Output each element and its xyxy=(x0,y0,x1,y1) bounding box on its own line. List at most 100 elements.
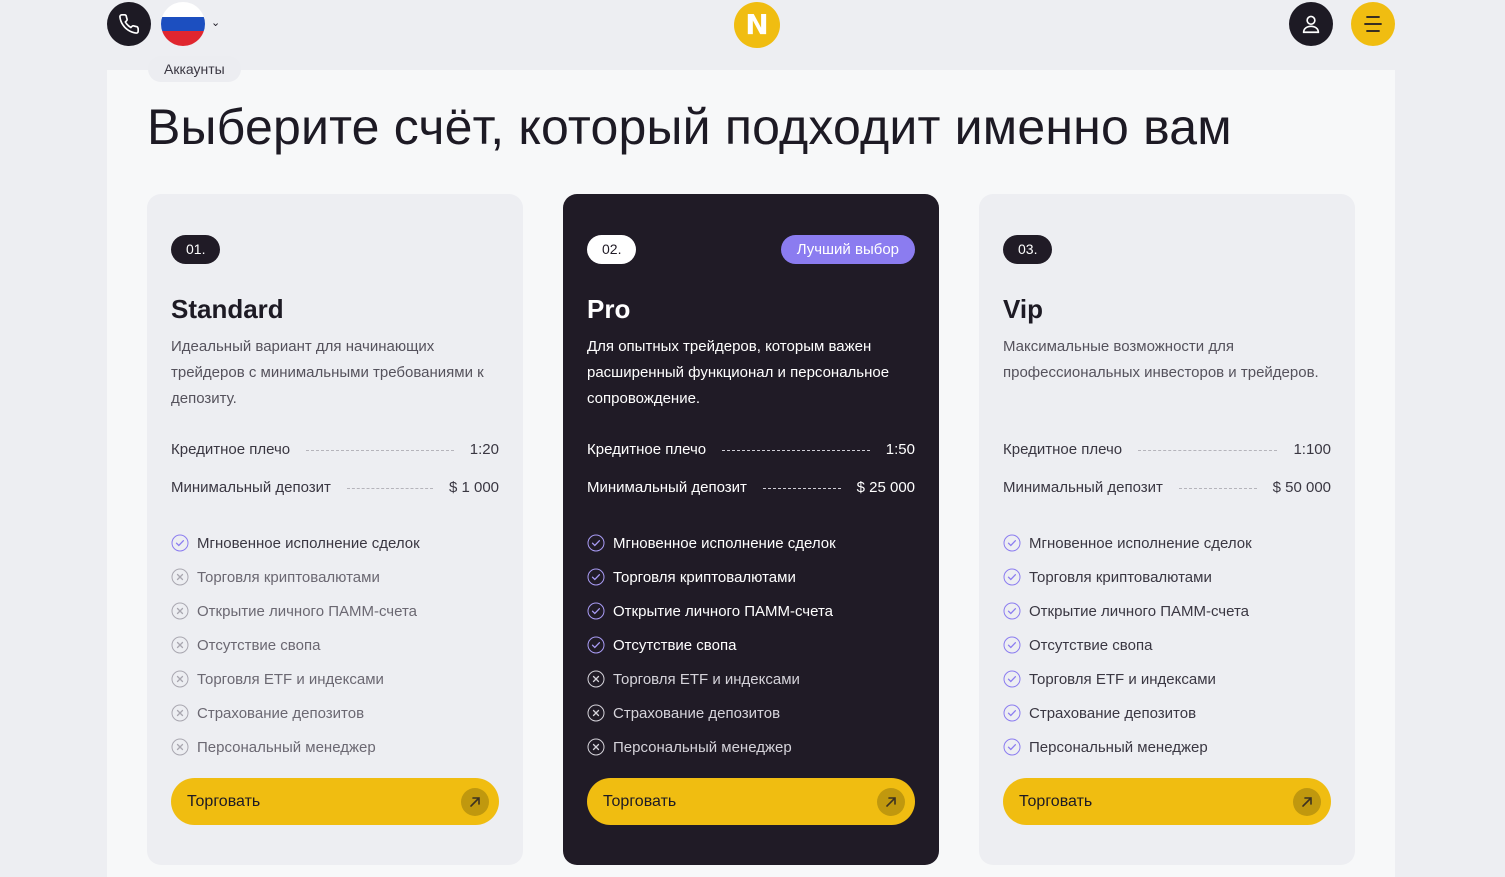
russia-flag xyxy=(161,2,205,17)
leverage-row: Кредитное плечо 1:50 xyxy=(587,438,915,460)
trade-button[interactable]: Торговать xyxy=(171,778,499,825)
breadcrumb[interactable]: Аккаунты xyxy=(148,56,241,82)
feature-label: Открытие личного ПАММ-счета xyxy=(1029,602,1250,620)
dotted-divider xyxy=(1138,449,1278,451)
feature-item: Персональный менеджер xyxy=(587,730,836,764)
feature-label: Персональный менеджер xyxy=(613,738,792,756)
feature-item: Открытие личного ПАММ-счета xyxy=(171,594,420,628)
leverage-row: Кредитное плечо 1:20 xyxy=(171,438,499,460)
deposit-value: $ 25 000 xyxy=(856,478,915,496)
feature-item: Торговля криптовалютами xyxy=(171,560,420,594)
x-circle-icon xyxy=(587,704,605,722)
phone-icon xyxy=(119,14,139,34)
feature-item: Страхование депозитов xyxy=(171,696,420,730)
dotted-divider xyxy=(1178,487,1257,489)
feature-item: Персональный менеджер xyxy=(1003,730,1252,764)
leverage-label: Кредитное плечо xyxy=(171,440,291,458)
flag-stripe-blue xyxy=(161,16,205,32)
card-title: Pro xyxy=(587,294,631,324)
dotted-divider xyxy=(722,449,870,451)
logo-letter: N xyxy=(745,8,769,41)
leverage-value: 1:50 xyxy=(885,440,915,458)
feature-item: Торговля ETF и индексами xyxy=(1003,662,1252,696)
check-circle-icon xyxy=(1003,670,1021,688)
feature-label: Торговля ETF и индексами xyxy=(197,670,384,688)
arrow-up-right-icon xyxy=(461,787,489,816)
dotted-divider xyxy=(762,487,841,489)
deposit-label: Минимальный депозит xyxy=(1003,478,1163,496)
feature-item: Открытие личного ПАММ-счета xyxy=(1003,594,1252,628)
feature-label: Страхование депозитов xyxy=(613,704,781,722)
feature-label: Открытие личного ПАММ-счета xyxy=(613,602,834,620)
check-circle-icon xyxy=(587,534,605,552)
card-title: Vip xyxy=(1003,294,1043,324)
leverage-value: 1:100 xyxy=(1293,440,1331,458)
check-circle-icon xyxy=(171,534,189,552)
arrow-up-right-icon xyxy=(877,787,905,816)
x-circle-icon xyxy=(171,636,189,654)
feature-item: Отсутствие свопа xyxy=(1003,628,1252,662)
card-number: 03. xyxy=(1003,235,1053,264)
feature-item: Страхование депозитов xyxy=(1003,696,1252,730)
leverage-label: Кредитное плечо xyxy=(1003,440,1123,458)
account-card-vip: 03. Vip Максимальные возможности для про… xyxy=(979,194,1355,865)
feature-label: Мгновенное исполнение сделок xyxy=(197,534,420,552)
check-circle-icon xyxy=(587,568,605,586)
feature-item: Мгновенное исполнение сделок xyxy=(171,526,420,560)
feature-item: Торговля ETF и индексами xyxy=(587,662,836,696)
feature-label: Отсутствие свопа xyxy=(613,636,737,654)
trade-button-label: Торговать xyxy=(187,792,261,810)
x-circle-icon xyxy=(171,602,189,620)
feature-item: Торговля криптовалютами xyxy=(587,560,836,594)
deposit-value: $ 1 000 xyxy=(448,478,499,496)
feature-label: Торговля криптовалютами xyxy=(197,568,380,586)
dotted-divider xyxy=(306,449,454,451)
chevron-down-icon[interactable]: ⌄ xyxy=(211,16,220,29)
language-selector[interactable] xyxy=(161,2,205,46)
feature-label: Торговля ETF и индексами xyxy=(1029,670,1216,688)
feature-label: Персональный менеджер xyxy=(1029,738,1208,756)
trade-button[interactable]: Торговать xyxy=(587,778,915,825)
feature-item: Отсутствие свопа xyxy=(171,628,420,662)
x-circle-icon xyxy=(171,670,189,688)
user-button[interactable] xyxy=(1289,2,1333,46)
check-circle-icon xyxy=(1003,636,1021,654)
card-title: Standard xyxy=(171,294,284,324)
feature-list: Мгновенное исполнение сделок Торговля кри… xyxy=(1003,526,1252,764)
logo[interactable]: N xyxy=(734,2,780,48)
feature-item: Мгновенное исполнение сделок xyxy=(1003,526,1252,560)
account-card-standard: 01. Standard Идеальный вариант для начин… xyxy=(147,194,523,865)
deposit-value: $ 50 000 xyxy=(1272,478,1331,496)
trade-button[interactable]: Торговать xyxy=(1003,778,1331,825)
feature-list: Мгновенное исполнение сделок Торговля кри… xyxy=(171,526,420,764)
check-circle-icon xyxy=(1003,738,1021,756)
x-circle-icon xyxy=(587,670,605,688)
card-number: 01. xyxy=(171,235,221,264)
deposit-label: Минимальный депозит xyxy=(171,478,331,496)
card-description: Идеальный вариант для начинающих трейдер… xyxy=(171,338,484,407)
feature-label: Персональный менеджер xyxy=(197,738,376,756)
feature-item: Отсутствие свопа xyxy=(587,628,836,662)
x-circle-icon xyxy=(171,738,189,756)
deposit-row: Минимальный депозит $ 50 000 xyxy=(1003,476,1331,498)
flag-stripe-red xyxy=(161,31,205,46)
leverage-label: Кредитное плечо xyxy=(587,440,707,458)
leverage-row: Кредитное плечо 1:100 xyxy=(1003,438,1331,460)
feature-label: Мгновенное исполнение сделок xyxy=(1029,534,1252,552)
card-number: 02. xyxy=(587,235,637,264)
feature-label: Отсутствие свопа xyxy=(197,636,321,654)
feature-label: Мгновенное исполнение сделок xyxy=(613,534,836,552)
menu-button[interactable] xyxy=(1351,2,1395,46)
deposit-row: Минимальный депозит $ 1 000 xyxy=(171,476,499,498)
feature-item: Открытие личного ПАММ-счета xyxy=(587,594,836,628)
feature-list: Мгновенное исполнение сделок Торговля кри… xyxy=(587,526,836,764)
feature-label: Страхование депозитов xyxy=(197,704,365,722)
dotted-divider xyxy=(346,487,433,489)
phone-button[interactable] xyxy=(107,2,151,46)
x-circle-icon xyxy=(587,738,605,756)
leverage-value: 1:20 xyxy=(469,440,499,458)
feature-label: Отсутствие свопа xyxy=(1029,636,1153,654)
x-circle-icon xyxy=(171,704,189,722)
feature-item: Мгновенное исполнение сделок xyxy=(587,526,836,560)
check-circle-icon xyxy=(587,636,605,654)
